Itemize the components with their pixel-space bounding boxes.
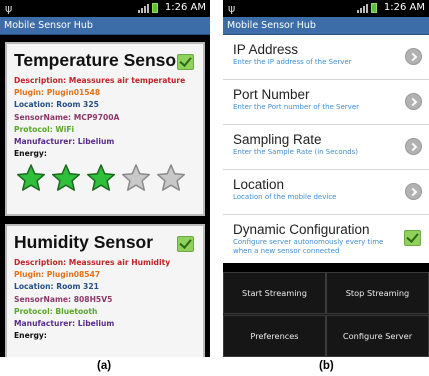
chevron-right-icon[interactable]	[405, 183, 422, 200]
setting-subtitle: Enter the Sample Rate (in Seconds)	[233, 148, 358, 156]
sensor-protocol: Protocol: Bluetooth	[14, 306, 98, 316]
sensor-card-temperature[interactable]: Temperature Sensor Description: Meassure…	[5, 42, 205, 216]
sensor-energy-label: Energy:	[14, 149, 47, 159]
setting-subtitle: Configure server autonomously every time…	[233, 238, 384, 255]
sensor-name: SensorName: 808H5V5	[14, 294, 113, 304]
setting-subtitle: Enter the Port number of the Server	[233, 103, 360, 111]
setting-ip-address[interactable]: IP Address Enter the IP address of the S…	[223, 35, 429, 80]
sensor-enable-checkbox[interactable]	[177, 236, 194, 252]
sensor-protocol: Protocol: WiFi	[14, 124, 75, 134]
setting-title: Location	[233, 177, 285, 192]
app-title-bar: Mobile Sensor Hub	[223, 17, 429, 35]
sensor-manufacturer: Manufacturer: Libelium	[14, 137, 115, 147]
caption-b: (b)	[319, 360, 334, 372]
setting-title: IP Address	[233, 42, 299, 57]
sensor-description: Description: Meassures air Humidity	[14, 258, 171, 267]
setting-sampling-rate[interactable]: Sampling Rate Enter the Sample Rate (in …	[223, 125, 429, 170]
options-menu: Start Streaming Stop Streaming Preferenc…	[223, 272, 429, 357]
usb-icon: ψ	[228, 2, 236, 15]
setting-title: Port Number	[233, 87, 310, 102]
sensor-card-humidity[interactable]: Humidity Sensor Description: Meassures a…	[5, 224, 205, 357]
settings-list: IP Address Enter the IP address of the S…	[223, 35, 429, 263]
stop-streaming-button[interactable]: Stop Streaming	[326, 272, 429, 314]
star-empty-icon[interactable]	[121, 163, 151, 193]
battery-icon	[370, 2, 377, 13]
signal-icon	[356, 3, 368, 13]
sensor-enable-checkbox[interactable]	[177, 54, 194, 70]
configure-server-button[interactable]: Configure Server	[326, 315, 429, 357]
status-bar: ψ 1:26 AM	[0, 0, 210, 17]
star-filled-icon[interactable]	[51, 163, 81, 193]
sensor-manufacturer: Manufacturer: Libelium	[14, 319, 115, 329]
star-empty-icon[interactable]	[156, 163, 186, 193]
star-filled-icon[interactable]	[86, 163, 116, 193]
signal-icon	[137, 3, 149, 13]
sensor-plugin: Plugin: Plugin01548	[14, 88, 101, 98]
sensor-title: Temperature Sensor	[14, 50, 183, 70]
preferences-button[interactable]: Preferences	[223, 315, 326, 357]
chevron-right-icon[interactable]	[405, 48, 422, 65]
setting-subtitle: Location of the mobile device	[233, 193, 337, 201]
setting-subtitle: Enter the IP address of the Server	[233, 58, 352, 66]
sensor-name: SensorName: MCP9700A	[14, 112, 120, 122]
phone-screen-b: ψ 1:26 AM Mobile Sensor Hub IP Address E…	[223, 0, 429, 357]
setting-title: Sampling Rate	[233, 132, 322, 147]
setting-dynamic-configuration[interactable]: Dynamic Configuration Configure server a…	[223, 215, 429, 265]
setting-port-number[interactable]: Port Number Enter the Port number of the…	[223, 80, 429, 125]
energy-rating[interactable]	[16, 163, 196, 193]
sensor-plugin: Plugin: Plugin08547	[14, 270, 101, 280]
sensor-location: Location: Room 325	[14, 100, 99, 110]
status-bar: ψ 1:26 AM	[223, 0, 429, 17]
clock: 1:26 AM	[383, 2, 425, 13]
phone-screen-a: ψ 1:26 AM Mobile Sensor Hub Temperature …	[0, 0, 210, 357]
sensor-location: Location: Room 321	[14, 282, 99, 292]
start-streaming-button[interactable]: Start Streaming	[223, 272, 326, 314]
dynamic-config-checkbox[interactable]	[404, 230, 421, 246]
sensor-description: Description: Meassures air temperature	[14, 76, 186, 85]
chevron-right-icon[interactable]	[405, 93, 422, 110]
chevron-right-icon[interactable]	[405, 138, 422, 155]
star-filled-icon[interactable]	[16, 163, 46, 193]
caption-a: (a)	[97, 360, 112, 372]
setting-location[interactable]: Location Location of the mobile device	[223, 170, 429, 215]
usb-icon: ψ	[5, 2, 13, 15]
sensor-energy-label: Energy:	[14, 331, 47, 341]
clock: 1:26 AM	[164, 2, 206, 13]
sensor-title: Humidity Sensor	[14, 232, 154, 252]
app-title-bar: Mobile Sensor Hub	[0, 17, 210, 35]
battery-icon	[151, 2, 158, 13]
setting-title: Dynamic Configuration	[233, 222, 370, 237]
